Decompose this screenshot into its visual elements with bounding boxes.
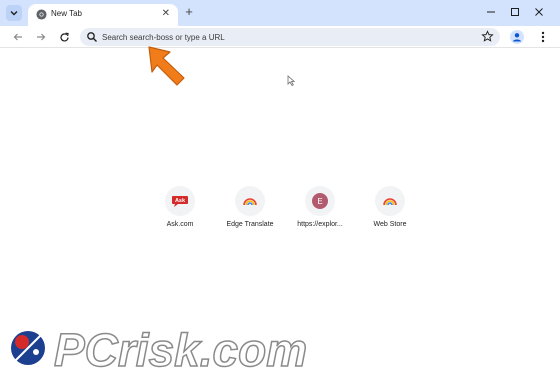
minimize-icon[interactable] — [484, 5, 498, 19]
shortcut-web-store[interactable]: Web Store — [360, 186, 420, 236]
star-icon[interactable] — [481, 30, 494, 43]
close-tab-icon[interactable]: ✕ — [162, 8, 170, 20]
tab-strip: New Tab ✕ + — [0, 0, 560, 26]
address-input[interactable] — [102, 30, 462, 44]
tab-search-button[interactable] — [6, 5, 22, 21]
toolbar — [0, 26, 560, 48]
reload-button[interactable] — [56, 29, 72, 45]
shortcut-icon-wrap — [235, 186, 265, 216]
watermark-text: PCrisk.com — [54, 324, 307, 374]
ask-badge-text: Ask — [175, 198, 186, 204]
tab-new-tab[interactable]: New Tab ✕ — [28, 4, 178, 26]
profile-avatar-icon[interactable] — [510, 30, 524, 44]
chevron-down-icon — [10, 11, 18, 16]
shortcut-ask[interactable]: Ask Ask.com — [150, 186, 210, 236]
shortcut-edge-translate[interactable]: Edge Translate — [220, 186, 280, 236]
back-button[interactable] — [10, 29, 26, 45]
letter-e-icon: E — [312, 193, 328, 209]
tab-title: New Tab — [51, 9, 82, 18]
ask-icon: Ask — [172, 196, 188, 207]
window-close-icon[interactable] — [532, 5, 546, 19]
mouse-cursor-icon — [287, 75, 296, 87]
orange-arrow-icon — [148, 46, 185, 86]
shortcut-icon-wrap: Ask — [165, 186, 195, 216]
shortcut-explor[interactable]: E https://explor... — [290, 186, 350, 236]
address-bar[interactable] — [80, 28, 500, 46]
pcrisk-watermark-logo: PCrisk.com — [11, 323, 308, 374]
shortcut-icon-wrap: E — [305, 186, 335, 216]
shortcut-label: Ask.com — [166, 221, 194, 228]
rainbow-icon — [383, 198, 397, 206]
search-icon — [87, 32, 97, 42]
arrow-right-icon — [37, 33, 46, 41]
shortcut-icon-wrap — [375, 186, 405, 216]
shortcut-label: https://explor... — [297, 221, 343, 228]
maximize-icon[interactable] — [508, 5, 522, 19]
new-tab-button[interactable]: + — [182, 5, 196, 19]
menu-kebab-icon[interactable] — [536, 29, 550, 45]
letter-e-text: E — [317, 197, 322, 206]
rainbow-icon — [243, 198, 257, 206]
reload-icon — [59, 32, 69, 42]
arrow-left-icon — [13, 33, 22, 41]
shortcut-label: Edge Translate — [226, 221, 274, 228]
shortcut-tiles: Ask Ask.com Edge Translate E https://exp… — [150, 186, 420, 236]
shortcut-label: Web Store — [373, 221, 407, 228]
forward-button[interactable] — [33, 29, 49, 45]
chrome-icon — [36, 9, 47, 20]
